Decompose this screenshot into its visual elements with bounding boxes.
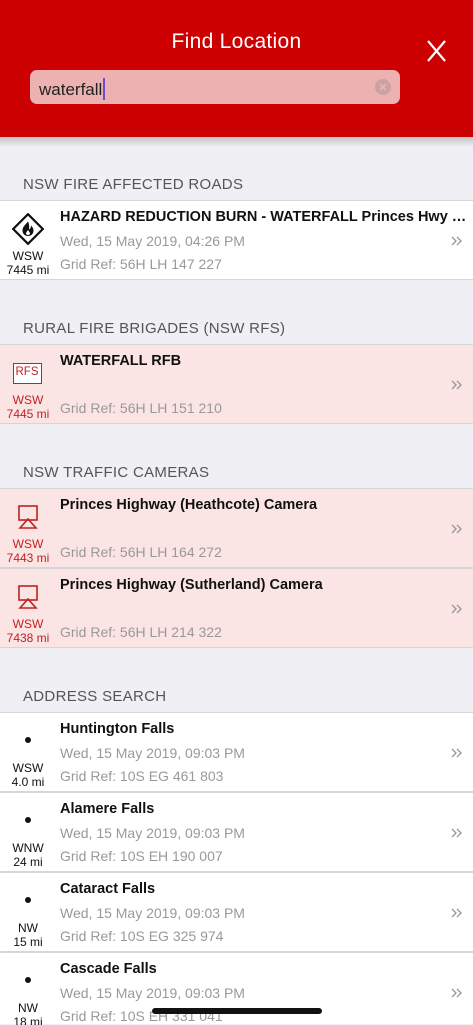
- location-dot-icon: [25, 977, 31, 983]
- direction-label: WSW: [12, 249, 44, 263]
- direction-label: WNW: [12, 841, 44, 855]
- chevron-right-icon: [451, 604, 462, 614]
- item-grid-ref: Grid Ref: 56H LH 164 272: [60, 544, 222, 560]
- item-name: HAZARD REDUCTION BURN - WATERFALL Prince…: [60, 209, 470, 225]
- direction-label: WSW: [12, 393, 44, 407]
- chevron-right-icon: [451, 748, 462, 758]
- traffic-camera-icon: [18, 505, 38, 529]
- distance-label: 7443 mi: [6, 551, 50, 565]
- item-grid-ref: Grid Ref: 56H LH 214 322: [60, 624, 222, 640]
- rfs-badge-icon: RFS: [13, 363, 42, 384]
- list-item-address[interactable]: WNW 24 mi Alamere Falls Wed, 15 May 2019…: [0, 792, 473, 872]
- item-name: Cataract Falls: [60, 881, 156, 897]
- text-caret: [103, 78, 106, 100]
- page-title: Find Location: [171, 30, 302, 53]
- direction-label: NW: [18, 921, 38, 935]
- item-date: Wed, 15 May 2019, 09:03 PM: [60, 745, 245, 761]
- section-title-rfs: RURAL FIRE BRIGADES (NSW RFS): [23, 320, 286, 337]
- fire-diamond-icon: [12, 213, 44, 245]
- location-dot-icon: [25, 897, 31, 903]
- location-dot-icon: [25, 737, 31, 743]
- header-shadow: [0, 137, 473, 147]
- rfs-badge-label: RFS: [15, 366, 39, 378]
- chevron-right-icon: [451, 236, 462, 246]
- item-name: Princes Highway (Heathcote) Camera: [60, 497, 318, 513]
- list-item-camera[interactable]: WSW 7438 mi Princes Highway (Sutherland)…: [0, 568, 473, 648]
- item-grid-ref: Grid Ref: 56H LH 151 210: [60, 400, 222, 416]
- distance-label: 7438 mi: [6, 631, 50, 645]
- distance-label: 7445 mi: [6, 263, 50, 277]
- distance-label: 24 mi: [13, 855, 43, 869]
- section-title-fire-roads: NSW FIRE AFFECTED ROADS: [23, 176, 244, 193]
- close-icon: [427, 40, 446, 62]
- item-grid-ref: Grid Ref: 10S EH 190 007: [60, 848, 223, 864]
- direction-label: WSW: [12, 617, 44, 631]
- item-date: Wed, 15 May 2019, 09:03 PM: [60, 825, 245, 841]
- chevron-right-icon: [451, 828, 462, 838]
- item-date: Wed, 15 May 2019, 09:03 PM: [60, 905, 245, 921]
- item-name: Cascade Falls: [60, 961, 157, 977]
- item-name: WATERFALL RFB: [60, 353, 182, 369]
- item-date: Wed, 15 May 2019, 09:03 PM: [60, 985, 245, 1001]
- item-grid-ref: Grid Ref: 10S EG 325 974: [60, 928, 224, 944]
- distance-label: 4.0 mi: [11, 775, 45, 789]
- chevron-right-icon: [451, 988, 462, 998]
- list-item-fire-road[interactable]: WSW 7445 mi HAZARD REDUCTION BURN - WATE…: [0, 200, 473, 280]
- search-input[interactable]: waterfall: [39, 78, 106, 100]
- list-item-address[interactable]: NW 15 mi Cataract Falls Wed, 15 May 2019…: [0, 872, 473, 952]
- location-dot-icon: [25, 817, 31, 823]
- clear-circle-icon: [379, 83, 387, 91]
- clear-search-button[interactable]: [375, 79, 391, 95]
- search-value: waterfall: [39, 80, 103, 99]
- item-name: Alamere Falls: [60, 801, 155, 817]
- item-grid-ref: Grid Ref: 10S EG 461 803: [60, 768, 224, 784]
- home-indicator[interactable]: [152, 1008, 322, 1014]
- close-button[interactable]: [424, 38, 450, 64]
- distance-label: 7445 mi: [6, 407, 50, 421]
- chevron-right-icon: [451, 524, 462, 534]
- list-item-camera[interactable]: WSW 7443 mi Princes Highway (Heathcote) …: [0, 488, 473, 568]
- chevron-right-icon: [451, 908, 462, 918]
- header-bar: Find Location waterfall: [0, 0, 473, 137]
- chevron-right-icon: [451, 380, 462, 390]
- search-field[interactable]: waterfall: [30, 70, 400, 104]
- direction-label: WSW: [12, 537, 44, 551]
- list-item-rfs[interactable]: RFS WSW 7445 mi WATERFALL RFB Grid Ref: …: [0, 344, 473, 424]
- item-grid-ref: Grid Ref: 56H LH 147 227: [60, 256, 222, 272]
- distance-label: 15 mi: [13, 935, 43, 949]
- item-name: Princes Highway (Sutherland) Camera: [60, 577, 323, 593]
- section-title-address: ADDRESS SEARCH: [23, 688, 167, 705]
- direction-label: NW: [18, 1001, 38, 1015]
- direction-label: WSW: [12, 761, 44, 775]
- item-date: Wed, 15 May 2019, 04:26 PM: [60, 233, 245, 249]
- traffic-camera-icon: [18, 585, 38, 609]
- section-title-cameras: NSW TRAFFIC CAMERAS: [23, 464, 210, 481]
- list-item-address[interactable]: WSW 4.0 mi Huntington Falls Wed, 15 May …: [0, 712, 473, 792]
- item-name: Huntington Falls: [60, 721, 175, 737]
